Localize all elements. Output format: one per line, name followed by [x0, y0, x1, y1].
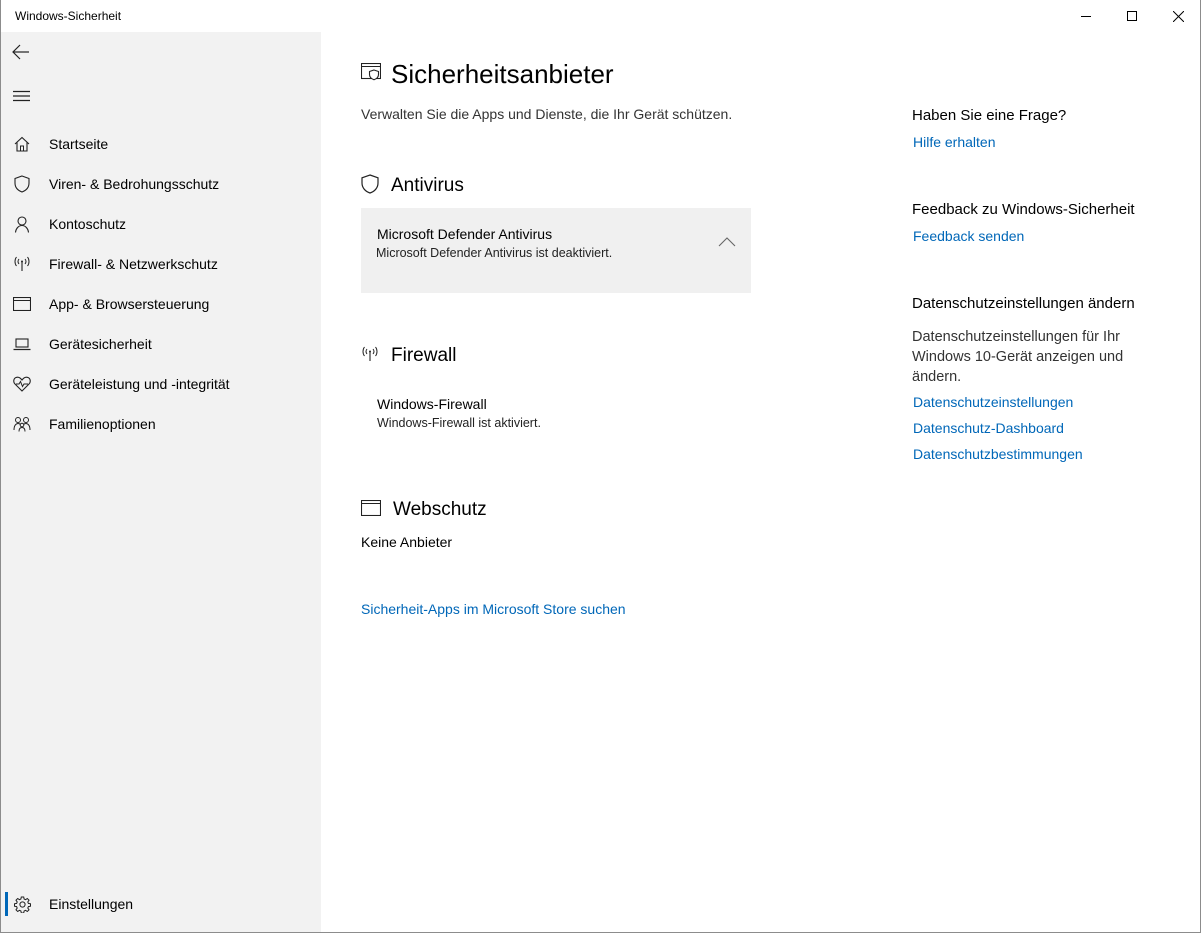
main-content: Sicherheitsanbieter Verwalten Sie die Ap…: [321, 32, 881, 932]
sidebar-item-label: Einstellungen: [49, 896, 134, 912]
back-arrow-icon: [12, 44, 29, 60]
feedback-heading: Feedback zu Windows-Sicherheit: [912, 201, 1135, 218]
selection-indicator: [5, 892, 8, 916]
hamburger-icon: [12, 90, 30, 102]
person-icon: [12, 214, 32, 234]
webprotection-heading: Webschutz: [360, 497, 487, 523]
laptop-icon: [12, 334, 32, 354]
app-window: Windows-Sicherheit Startseite Viren- & B…: [0, 0, 1201, 933]
question-heading: Haben Sie eine Frage?: [912, 107, 1067, 124]
page-subtitle: Verwalten Sie die Apps und Dienste, die …: [361, 106, 733, 122]
store-search-link[interactable]: Sicherheit-Apps im Microsoft Store suche…: [361, 601, 626, 617]
maximize-icon: [1127, 11, 1137, 21]
privacy-statement-link[interactable]: Datenschutzbestimmungen: [913, 446, 1083, 462]
sidebar-item-viren-bedrohungsschutz[interactable]: Viren- & Bedrohungsschutz: [1, 164, 321, 204]
sidebar-item-label: Geräteleistung und -integrität: [49, 376, 230, 392]
chevron-up-icon[interactable]: [718, 236, 736, 248]
sidebar-item-app-browsersteuerung[interactable]: App- & Browsersteuerung: [1, 284, 321, 324]
sidebar-item-label: Familienoptionen: [49, 416, 156, 432]
sidebar-item-einstellungen[interactable]: Einstellungen: [1, 884, 321, 924]
antivirus-heading: Antivirus: [361, 173, 464, 199]
sidebar-item-firewall-netzwerkschutz[interactable]: Firewall- & Netzwerkschutz: [1, 244, 321, 284]
back-button[interactable]: [1, 32, 41, 72]
provider-name: Microsoft Defender Antivirus: [377, 226, 553, 242]
help-sidebar: Haben Sie eine Frage? Hilfe erhalten Fee…: [911, 32, 1191, 932]
privacy-dashboard-link[interactable]: Datenschutz-Dashboard: [913, 420, 1064, 436]
firewall-provider-status: Windows-Firewall ist aktiviert.: [377, 416, 541, 430]
section-title: Firewall: [391, 345, 457, 366]
sidebar-item-familienoptionen[interactable]: Familienoptionen: [1, 404, 321, 444]
sidebar-item-geraetesicherheit[interactable]: Gerätesicherheit: [1, 324, 321, 364]
antivirus-provider-card[interactable]: Microsoft Defender Antivirus Microsoft D…: [361, 208, 751, 293]
page-title: Sicherheitsanbieter: [391, 58, 614, 89]
home-icon: [12, 134, 32, 154]
sidebar: Startseite Viren- & Bedrohungsschutz Kon…: [1, 32, 321, 932]
firewall-provider-name: Windows-Firewall: [377, 396, 487, 412]
section-title: Antivirus: [391, 175, 464, 196]
title-bar[interactable]: Windows-Sicherheit: [1, 0, 1200, 32]
privacy-settings-link[interactable]: Datenschutzeinstellungen: [913, 394, 1073, 410]
gear-icon: [12, 894, 32, 914]
sidebar-item-geraeteleistung[interactable]: Geräteleistung und -integrität: [1, 364, 321, 404]
privacy-heading: Datenschutzeinstellungen ändern: [912, 295, 1135, 312]
sidebar-item-label: Kontoschutz: [49, 216, 127, 232]
minimize-button[interactable]: [1063, 0, 1109, 32]
page-header: Sicherheitsanbieter: [360, 56, 614, 92]
feedback-link[interactable]: Feedback senden: [913, 228, 1024, 244]
browser-window-icon: [12, 294, 32, 314]
maximize-button[interactable]: [1109, 0, 1155, 32]
sidebar-item-label: Gerätesicherheit: [49, 336, 152, 352]
sidebar-item-label: Startseite: [49, 136, 109, 152]
window-title: Windows-Sicherheit: [15, 9, 122, 23]
antenna-icon: [361, 346, 379, 367]
firewall-heading: Firewall: [361, 343, 456, 369]
section-title: Webschutz: [393, 499, 487, 520]
webprotection-status: Keine Anbieter: [361, 534, 453, 550]
hamburger-menu-button[interactable]: [1, 76, 41, 116]
shield-icon: [12, 174, 32, 194]
shield-icon: [361, 173, 379, 199]
sidebar-item-label: Viren- & Bedrohungsschutz: [49, 176, 220, 192]
minimize-icon: [1081, 16, 1091, 17]
antenna-icon: [12, 254, 32, 274]
browser-window-icon: [360, 499, 382, 521]
privacy-description: Datenschutzeinstellungen für Ihr Windows…: [912, 329, 1124, 385]
heart-icon: [12, 374, 32, 394]
sidebar-item-label: Firewall- & Netzwerkschutz: [49, 256, 218, 272]
family-icon: [12, 414, 32, 434]
sidebar-item-label: App- & Browsersteuerung: [49, 296, 210, 312]
help-link[interactable]: Hilfe erhalten: [913, 134, 996, 150]
provider-status: Microsoft Defender Antivirus ist deaktiv…: [376, 246, 613, 260]
close-button[interactable]: [1155, 0, 1201, 32]
close-icon: [1172, 10, 1184, 22]
sidebar-item-startseite[interactable]: Startseite: [1, 124, 321, 164]
security-providers-icon: [360, 62, 382, 86]
sidebar-item-kontoschutz[interactable]: Kontoschutz: [1, 204, 321, 244]
